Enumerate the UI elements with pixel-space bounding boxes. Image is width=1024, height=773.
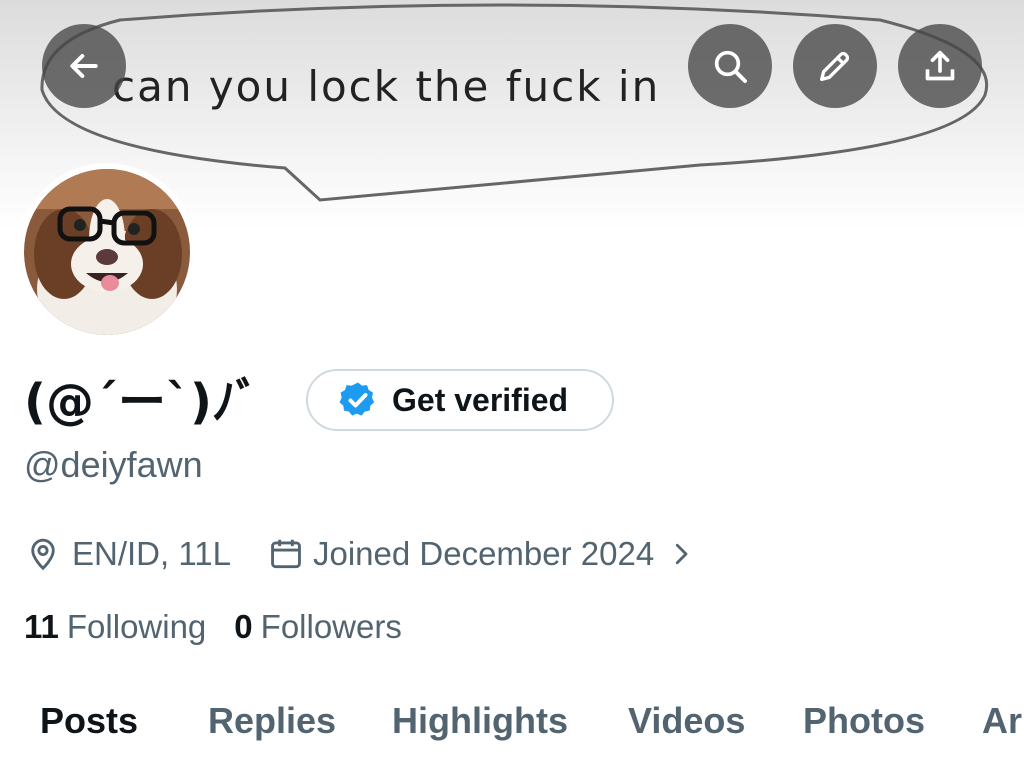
following-link[interactable]: 11 Following xyxy=(24,608,206,646)
pencil-icon xyxy=(820,51,850,82)
edit-button[interactable] xyxy=(793,24,877,108)
calendar-icon xyxy=(271,539,301,569)
location-text: EN/ID, 11L xyxy=(72,535,231,572)
get-verified-label: Get verified xyxy=(392,381,569,418)
user-handle: @deiyfawn xyxy=(24,444,203,485)
share-upload-icon xyxy=(925,50,955,81)
display-name: (@´ー`)ﾉﾞ xyxy=(24,374,260,430)
joined-date: Joined December 2024 xyxy=(312,535,655,572)
chevron-right-icon[interactable] xyxy=(666,539,696,569)
tab-posts[interactable]: Posts xyxy=(40,700,138,742)
followers-label: Followers xyxy=(260,608,402,645)
profile-avatar[interactable] xyxy=(18,163,196,341)
back-button[interactable] xyxy=(42,24,126,108)
tab-highlights[interactable]: Highlights xyxy=(392,700,568,742)
search-icon xyxy=(714,50,747,83)
search-button[interactable] xyxy=(688,24,772,108)
get-verified-button[interactable]: Get verified xyxy=(306,369,614,431)
arrow-left-icon xyxy=(70,54,98,78)
followers-count: 0 xyxy=(234,608,253,645)
tab-replies[interactable]: Replies xyxy=(208,700,336,742)
location-pin-icon xyxy=(31,538,55,571)
followers-link[interactable]: 0 Followers xyxy=(234,608,402,646)
profile-meta: EN/ID, 11L Joined December 2024 xyxy=(24,532,696,576)
following-count: 11 xyxy=(24,608,59,645)
following-label: Following xyxy=(66,608,207,645)
tab-videos[interactable]: Videos xyxy=(628,700,745,742)
tab-photos[interactable]: Photos xyxy=(803,700,925,742)
tab-articles[interactable]: Ar xyxy=(982,700,1022,742)
banner-caption: can you lock the fuck in xyxy=(112,62,661,111)
share-button[interactable] xyxy=(898,24,982,108)
dog-with-glasses-avatar xyxy=(24,169,190,335)
follow-counts: 11 Following 0 Followers xyxy=(24,608,402,646)
profile-tabs: Posts Replies Highlights Videos Photos A… xyxy=(0,700,1024,756)
verified-badge-icon xyxy=(339,382,375,416)
